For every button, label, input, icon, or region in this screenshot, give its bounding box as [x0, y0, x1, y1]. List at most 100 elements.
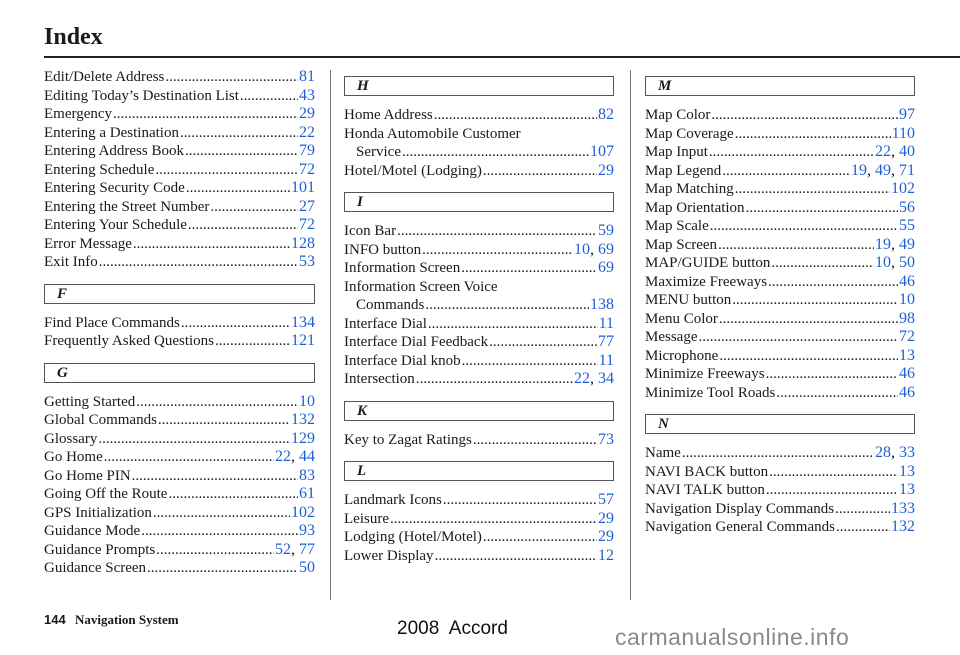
page-link[interactable]: 93	[299, 522, 315, 539]
page-link[interactable]: 29	[598, 162, 614, 179]
page-link[interactable]: 98	[899, 310, 915, 327]
page-link[interactable]: 50	[299, 559, 315, 576]
page-link[interactable]: 13	[899, 481, 915, 498]
index-entry[interactable]: Entering a Destination 22	[44, 124, 315, 143]
index-entry[interactable]: Going Off the Route 61	[44, 485, 315, 504]
page-link[interactable]: 69	[598, 259, 614, 276]
page-link[interactable]: 55	[899, 217, 915, 234]
index-entry[interactable]: Navigation Display Commands 133	[645, 500, 915, 519]
page-link[interactable]: 11	[599, 352, 614, 369]
page-link[interactable]: 77	[598, 333, 614, 350]
page-link[interactable]: 28	[875, 444, 891, 461]
index-entry[interactable]: Glossary 129	[44, 430, 315, 449]
index-entry[interactable]: Map Input 22, 40	[645, 143, 915, 162]
page-link[interactable]: 72	[899, 328, 915, 345]
page-link[interactable]: 33	[899, 444, 915, 461]
page-link[interactable]: 52	[275, 541, 291, 558]
index-entry[interactable]: Menu Color 98	[645, 310, 915, 329]
page-link[interactable]: 13	[899, 347, 915, 364]
page-link[interactable]: 46	[899, 273, 915, 290]
index-entry[interactable]: Guidance Screen 50	[44, 559, 315, 578]
index-entry[interactable]: Interface Dial Feedback 77	[344, 333, 614, 352]
page-link[interactable]: 34	[598, 370, 614, 387]
page-link[interactable]: 27	[299, 198, 315, 215]
page-link[interactable]: 29	[598, 528, 614, 545]
page-link[interactable]: 19	[851, 162, 867, 179]
index-entry[interactable]: Icon Bar 59	[344, 222, 614, 241]
index-entry[interactable]: Go Home PIN 83	[44, 467, 315, 486]
page-link[interactable]: 53	[299, 253, 315, 270]
page-link[interactable]: 97	[899, 106, 915, 123]
index-entry[interactable]: Frequently Asked Questions 121	[44, 332, 315, 351]
page-link[interactable]: 102	[891, 180, 915, 197]
index-entry[interactable]: Intersection 22, 34	[344, 370, 614, 389]
page-link[interactable]: 72	[299, 161, 315, 178]
index-entry[interactable]: NAVI TALK button 13	[645, 481, 915, 500]
index-entry[interactable]: Error Message 128	[44, 235, 315, 254]
page-link[interactable]: 101	[291, 179, 315, 196]
index-entry[interactable]: Key to Zagat Ratings 73	[344, 431, 614, 450]
page-link[interactable]: 129	[291, 430, 315, 447]
index-entry[interactable]: Exit Info 53	[44, 253, 315, 272]
index-entry[interactable]: Interface Dial 11	[344, 315, 614, 334]
page-link[interactable]: 43	[299, 87, 315, 104]
index-entry[interactable]: Edit/Delete Address 81	[44, 68, 315, 87]
page-link[interactable]: 132	[891, 518, 915, 535]
page-link[interactable]: 49	[875, 162, 891, 179]
page-link[interactable]: 138	[590, 296, 614, 313]
page-link[interactable]: 10	[899, 291, 915, 308]
index-entry[interactable]: Minimize Freeways 46	[645, 365, 915, 384]
page-link[interactable]: 79	[299, 142, 315, 159]
page-link[interactable]: 22	[299, 124, 315, 141]
index-entry[interactable]: Map Color 97	[645, 106, 915, 125]
page-link[interactable]: 77	[299, 541, 315, 558]
index-entry[interactable]: Lower Display 12	[344, 547, 614, 566]
index-entry[interactable]: Honda Automobile Customer	[344, 125, 614, 144]
index-entry[interactable]: Emergency 29	[44, 105, 315, 124]
index-entry[interactable]: Navigation General Commands 132	[645, 518, 915, 537]
page-link[interactable]: 71	[899, 162, 915, 179]
index-entry[interactable]: GPS Initialization 102	[44, 504, 315, 523]
index-entry[interactable]: NAVI BACK button 13	[645, 463, 915, 482]
index-entry[interactable]: Editing Today’s Destination List 43	[44, 87, 315, 106]
index-entry[interactable]: MENU button 10	[645, 291, 915, 310]
index-entry-continuation[interactable]: Service 107	[344, 143, 614, 162]
page-link[interactable]: 22	[875, 143, 891, 160]
index-entry[interactable]: Find Place Commands 134	[44, 314, 315, 333]
index-entry[interactable]: Go Home 22, 44	[44, 448, 315, 467]
page-link[interactable]: 19	[875, 236, 891, 253]
index-entry[interactable]: Information Screen 69	[344, 259, 614, 278]
page-link[interactable]: 12	[598, 547, 614, 564]
index-entry[interactable]: Entering Your Schedule 72	[44, 216, 315, 235]
index-entry[interactable]: Home Address 82	[344, 106, 614, 125]
page-link[interactable]: 10	[574, 241, 590, 258]
index-entry[interactable]: Map Coverage 110	[645, 125, 915, 144]
index-entry[interactable]: Lodging (Hotel/Motel) 29	[344, 528, 614, 547]
index-entry[interactable]: MAP/GUIDE button 10, 50	[645, 254, 915, 273]
index-entry[interactable]: Map Scale 55	[645, 217, 915, 236]
index-entry[interactable]: Maximize Freeways 46	[645, 273, 915, 292]
index-entry[interactable]: Entering the Street Number 27	[44, 198, 315, 217]
page-link[interactable]: 10	[875, 254, 891, 271]
page-link[interactable]: 44	[299, 448, 315, 465]
page-link[interactable]: 83	[299, 467, 315, 484]
index-entry[interactable]: Map Screen 19, 49	[645, 236, 915, 255]
page-link[interactable]: 49	[899, 236, 915, 253]
page-link[interactable]: 133	[891, 500, 915, 517]
index-entry[interactable]: Landmark Icons 57	[344, 491, 614, 510]
page-link[interactable]: 121	[291, 332, 315, 349]
index-entry[interactable]: Name 28, 33	[645, 444, 915, 463]
index-entry[interactable]: Global Commands 132	[44, 411, 315, 430]
page-link[interactable]: 57	[598, 491, 614, 508]
index-entry[interactable]: INFO button 10, 69	[344, 241, 614, 260]
page-link[interactable]: 61	[299, 485, 315, 502]
index-entry[interactable]: Getting Started 10	[44, 393, 315, 412]
page-link[interactable]: 46	[899, 365, 915, 382]
page-link[interactable]: 128	[291, 235, 315, 252]
page-link[interactable]: 22	[574, 370, 590, 387]
page-link[interactable]: 40	[899, 143, 915, 160]
page-link[interactable]: 56	[899, 199, 915, 216]
index-entry[interactable]: Leisure 29	[344, 510, 614, 529]
page-link[interactable]: 11	[599, 315, 614, 332]
page-link[interactable]: 59	[598, 222, 614, 239]
